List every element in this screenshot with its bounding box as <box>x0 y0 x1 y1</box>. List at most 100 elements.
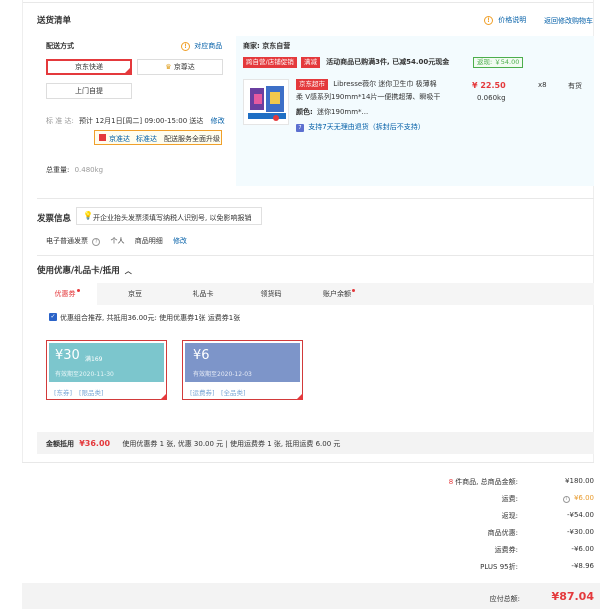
combo-recommend-text: 优惠组合推荐, 共抵用36.00元: 使用优惠券1张 运费券1张 <box>60 314 241 322</box>
total-weight-label: 总重量: <box>46 166 70 174</box>
coupon-amount: ¥30 <box>55 348 80 363</box>
standard-delivery-value: 预计 12月1日[周二] 09:00-15:00 送达 <box>79 117 204 125</box>
plus-discount-label: PLUS 95折: <box>480 563 518 571</box>
invoice-details-row: 电子普通发票 ? 个人 商品明细 修改 <box>46 236 187 246</box>
price-note-link[interactable]: ! 价格说明 <box>484 15 526 25</box>
coupon-expiry: 有效期至2020-11-30 <box>55 371 114 378</box>
combo-checkbox[interactable]: ✓ <box>49 313 57 321</box>
invoice-type: 电子普通发票 <box>46 237 88 245</box>
info-icon[interactable]: i <box>562 496 570 503</box>
product-name-line2[interactable]: 柔 V感系列190mm*14片一便携超薄、瞬吸干 <box>296 92 440 102</box>
coupon-expiry: 有效期至2020-12-03 <box>193 371 252 378</box>
discount-summary-label: 金额抵用 <box>46 440 74 448</box>
coupon-tag-all-category: [全品类] <box>221 389 246 397</box>
shipping-label: 配送方式 <box>46 42 74 50</box>
product-color-row: 颜色: 迷你190mm*... <box>296 107 368 117</box>
calendar-icon <box>99 134 106 141</box>
tab-redeem-code[interactable]: 领货码 <box>246 283 296 305</box>
shipping-option-jd-express[interactable]: 京东快递 <box>46 59 132 75</box>
full-reduction-tag: 满减 <box>300 57 320 68</box>
section-divider <box>37 198 594 199</box>
promo-text: 活动商品已购满3件, 已减54.00元现金 <box>326 58 450 66</box>
merchant-name: 商家: 京东自营 <box>243 42 291 50</box>
product-thumbnail <box>244 80 288 124</box>
item-count-suffix: 件商品, 总商品金额: <box>455 478 518 486</box>
product-weight: 0.060kg <box>477 94 506 102</box>
plus-discount-value: -¥8.96 <box>571 562 594 570</box>
discount-title[interactable]: 使用优惠/礼品卡/抵用 ︿ <box>37 264 132 276</box>
discount-title-label: 使用优惠/礼品卡/抵用 <box>37 266 120 276</box>
total-weight-row: 总重量: 0.480kg <box>46 165 103 175</box>
back-to-cart-link[interactable]: 返回修改购物车 <box>544 16 593 26</box>
product-quantity: x8 <box>538 81 547 89</box>
rebate-value: -¥54.00 <box>566 511 594 519</box>
crown-icon: ♛ <box>165 63 172 71</box>
new-dot-icon <box>352 289 355 292</box>
section-title: 送货清单 <box>37 16 72 26</box>
shipping-option-jd-premium[interactable]: ♛ 京尊达 <box>137 59 223 75</box>
item-count: 8 <box>448 478 454 486</box>
discount-summary-amount: ¥36.00 <box>79 439 111 448</box>
product-image[interactable] <box>243 79 289 125</box>
question-icon[interactable]: ? <box>92 238 101 246</box>
store-goods-link[interactable]: ! 对应商品 <box>181 41 222 51</box>
standard-delivery-edit[interactable]: 修改 <box>211 117 225 125</box>
promo-row: 跨自营/店铺促销 满减 活动商品已购满3件, 已减54.00元现金 <box>243 57 449 68</box>
freight-coupon-label: 运费券: <box>494 546 518 554</box>
info-icon: ! <box>181 41 190 51</box>
shipping-option-label: 京东快递 <box>75 63 103 71</box>
coupon-freight[interactable]: ¥6 有效期至2020-12-03 [运费券] [全品类] <box>182 340 303 400</box>
color-label: 颜色: <box>296 108 313 116</box>
return-policy-row: 7 支持7天无理由退货（拆封后不支持） <box>296 122 425 132</box>
freight-value-wrap: i ¥6.00 <box>524 494 594 503</box>
product-name-line1: Libresse薇尔 迷你卫生巾 极薄棉 <box>333 80 437 88</box>
invoice-detail: 商品明细 <box>134 237 163 245</box>
price-note-label: 价格说明 <box>498 16 527 24</box>
rebate-label: 返现: ￥54.00 <box>473 57 524 68</box>
freight-coupon-value: -¥6.00 <box>571 545 594 553</box>
tip-upgrade-text: 配送服务全面升级 <box>164 135 220 143</box>
coupon-tag-freight: [运费券] <box>190 389 215 397</box>
coupon-discount-label: 商品优惠: <box>487 529 518 537</box>
selected-corner-icon <box>296 393 303 400</box>
payable-amount: ¥87.04 <box>551 590 594 603</box>
tip-standard-delivery: 标准达 <box>136 135 157 143</box>
selected-corner-icon <box>124 67 131 74</box>
freight-label: 运费: <box>501 495 518 503</box>
invoice-edit-link[interactable]: 修改 <box>173 237 187 245</box>
tip-precise-delivery: 京准达 <box>109 135 130 143</box>
product-title[interactable]: 京东超市 Libresse薇尔 迷你卫生巾 极薄棉 <box>296 79 437 90</box>
coupon-face: ¥30 满169 有效期至2020-11-30 <box>49 343 164 382</box>
coupon-tag-category: [限品类] <box>79 389 104 397</box>
tab-jd-beans[interactable]: 京豆 <box>110 283 160 305</box>
tab-label: 领货码 <box>260 290 282 298</box>
shipping-option-pickup[interactable]: 上门自提 <box>46 83 132 99</box>
invoice-tip-box: 💡 开企业抬头发票须填写纳税人识别号, 以免影响报销 <box>76 207 262 225</box>
top-divider <box>22 2 594 3</box>
coupon-amount: ¥6 <box>193 348 210 363</box>
tab-label: 礼品卡 <box>192 290 214 298</box>
selected-corner-icon <box>160 393 167 400</box>
discount-summary-detail: 使用优惠券 1 张, 优惠 30.00 元 | 使用运费券 1 张, 抵用运费 … <box>122 440 341 448</box>
return-policy-text: 支持7天无理由退货（拆封后不支持） <box>308 123 425 131</box>
tab-label: 优惠券 <box>54 290 76 298</box>
tab-account-balance[interactable]: 账户余额 <box>314 283 364 305</box>
discount-summary: 金额抵用 ¥36.00 使用优惠券 1 张, 优惠 30.00 元 | 使用运费… <box>46 439 340 449</box>
section-divider <box>37 255 594 256</box>
product-stock: 有货 <box>568 82 582 90</box>
tab-label: 账户余额 <box>323 290 351 298</box>
tab-coupons[interactable]: 优惠券 <box>37 283 97 305</box>
invoice-title: 发票信息 <box>37 214 72 224</box>
freight-value: ¥6.00 <box>573 494 594 502</box>
total-weight-value: 0.480kg <box>74 166 104 174</box>
shipping-option-label: 京尊达 <box>173 63 195 71</box>
left-border <box>22 0 23 462</box>
shipping-option-label: 上门自提 <box>75 87 103 95</box>
chevron-up-icon: ︿ <box>124 267 132 275</box>
product-price: ¥ 22.50 <box>472 81 506 90</box>
tab-gift-card[interactable]: 礼品卡 <box>178 283 228 305</box>
coupon-discount-value: -¥30.00 <box>566 528 594 536</box>
rebate-label: 返现: <box>501 512 518 520</box>
payable-label: 应付总额: <box>489 595 520 603</box>
coupon-jd[interactable]: ¥30 满169 有效期至2020-11-30 [东券] [限品类] <box>46 340 167 400</box>
